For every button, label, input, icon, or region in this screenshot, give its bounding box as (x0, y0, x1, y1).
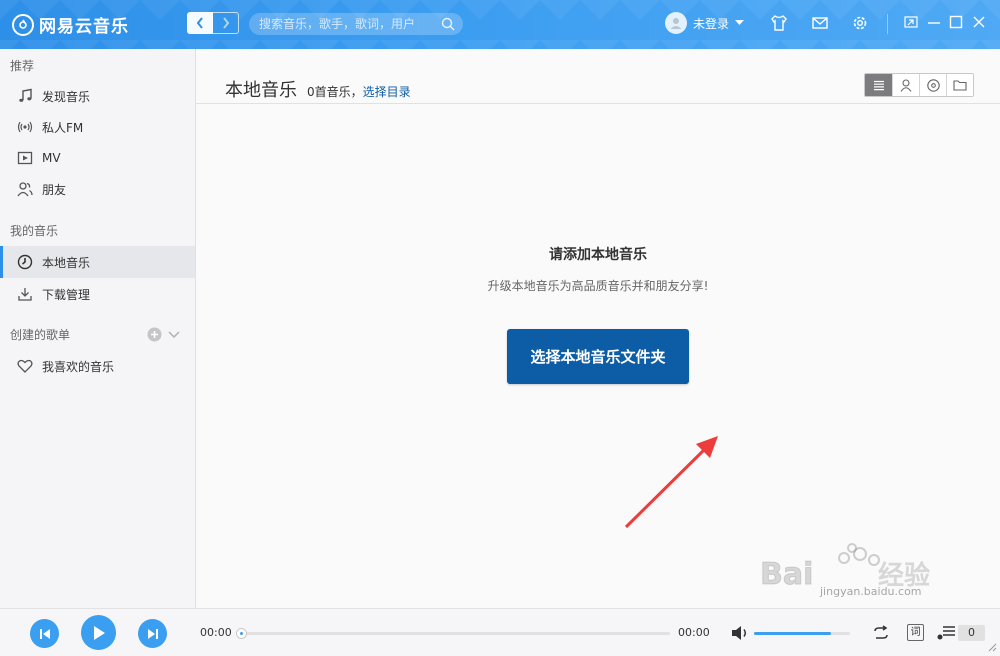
next-icon (147, 628, 158, 639)
sidebar-group-my-music: 我的音乐 (10, 224, 59, 238)
playlist-actions (147, 327, 180, 342)
song-count-text: 0首音乐， (307, 85, 363, 99)
lyrics-button[interactable]: 词 (907, 624, 924, 641)
play-button[interactable] (81, 615, 116, 650)
search-placeholder: 搜索音乐，歌手，歌词，用户 (259, 17, 416, 31)
volume-slider[interactable] (754, 632, 850, 635)
choose-local-folder-button[interactable]: 选择本地音乐文件夹 (507, 329, 689, 384)
sidebar-group-recommend: 推荐 (10, 59, 35, 73)
album-view-button[interactable] (919, 74, 946, 96)
add-playlist-icon[interactable] (147, 327, 162, 342)
search-input[interactable]: 搜索音乐，歌手，歌词，用户 (249, 13, 463, 35)
sidebar-item-mv[interactable]: MV (0, 142, 195, 174)
page-header: 本地音乐 0首音乐，选择目录 (225, 76, 411, 102)
total-time: 00:00 (678, 626, 710, 639)
avatar (665, 12, 687, 34)
mail-icon[interactable] (811, 14, 829, 32)
volume-level (754, 632, 831, 635)
video-icon (17, 151, 33, 165)
playlist-count-badge[interactable]: 0 (958, 625, 985, 641)
previous-track-button[interactable] (30, 619, 59, 648)
baidu-watermark-logo: Bai 经验 (760, 543, 930, 590)
maximize-icon[interactable] (948, 14, 964, 30)
red-arrow-annotation (624, 436, 718, 529)
sidebar-item-local-music[interactable]: 本地音乐 (0, 246, 195, 278)
search-icon[interactable] (441, 17, 455, 31)
mini-mode-icon[interactable] (903, 14, 919, 30)
play-icon (93, 625, 105, 640)
current-time: 00:00 (200, 626, 232, 639)
svg-text:Bai: Bai (760, 557, 813, 590)
sidebar-item-friends[interactable]: 朋友 (0, 173, 195, 205)
close-icon[interactable] (971, 14, 987, 30)
back-button[interactable] (187, 12, 213, 34)
list-view-icon (873, 80, 884, 90)
progress-thumb[interactable] (236, 628, 247, 639)
volume-icon[interactable] (731, 625, 749, 641)
resize-grip-icon[interactable] (987, 642, 997, 652)
app-name: 网易云音乐 (39, 17, 129, 37)
next-track-button[interactable] (138, 619, 167, 648)
artist-view-button[interactable] (892, 74, 919, 96)
page-title: 本地音乐 (225, 80, 297, 101)
title-bar-pattern (0, 0, 1000, 49)
folder-view-icon (953, 80, 967, 91)
skin-icon[interactable] (770, 14, 788, 32)
local-music-icon (17, 254, 33, 270)
settings-gear-icon[interactable] (851, 14, 869, 32)
previous-icon (39, 628, 50, 639)
sidebar-item-liked-music[interactable]: 我喜欢的音乐 (0, 350, 195, 382)
sidebar-group-created-playlists: 创建的歌单 (10, 328, 71, 342)
artist-view-icon (900, 78, 912, 92)
user-icon (670, 18, 682, 29)
radio-icon (17, 121, 33, 133)
forward-button[interactable] (213, 12, 239, 34)
friends-icon (17, 182, 33, 197)
sidebar-item-label: 发现音乐 (42, 89, 91, 104)
login-status: 未登录 (693, 16, 730, 31)
chevron-left-icon (196, 17, 203, 29)
sidebar-item-fm[interactable]: 私人FM (0, 111, 195, 143)
caret-down-icon (735, 20, 745, 25)
watermark-url: jingyan.baidu.com (820, 585, 922, 598)
chevron-down-icon[interactable] (168, 330, 180, 339)
sidebar: 推荐 发现音乐 私人FM MV 朋友 我的音乐 本地音乐 下载管理 创建的歌单 … (0, 49, 196, 608)
album-view-icon (926, 78, 940, 92)
sidebar-item-label: 我喜欢的音乐 (42, 359, 115, 374)
sidebar-item-label: 下载管理 (42, 287, 91, 302)
download-icon (18, 288, 32, 301)
heart-icon (17, 359, 33, 373)
sidebar-item-label: 本地音乐 (42, 255, 91, 270)
select-directory-link[interactable]: 选择目录 (363, 85, 411, 99)
header-divider (196, 103, 1000, 104)
progress-bar[interactable] (236, 628, 670, 639)
song-count: 0首音乐，选择目录 (307, 83, 411, 100)
player-bar: 00:00 00:00 词 0 (0, 608, 1000, 656)
toolbar-divider (887, 14, 888, 34)
empty-state-title: 请添加本地音乐 (549, 247, 647, 263)
main-panel: 本地音乐 0首音乐，选择目录 请添加本地音乐 升级本地音乐为高品质音乐并和朋友分… (196, 49, 1000, 608)
empty-state-subtitle: 升级本地音乐为高品质音乐并和朋友分享! (487, 279, 709, 293)
history-nav (187, 12, 239, 34)
folder-view-button[interactable] (946, 74, 973, 96)
loop-mode-icon[interactable] (871, 625, 891, 641)
list-view-button[interactable] (865, 74, 892, 96)
minimize-icon[interactable] (926, 14, 942, 30)
sidebar-item-label: MV (42, 151, 61, 165)
sidebar-item-discover[interactable]: 发现音乐 (0, 80, 195, 112)
playlist-icon[interactable] (937, 625, 957, 641)
music-note-icon (19, 88, 32, 102)
title-bar: 网易云音乐 搜索音乐，歌手，歌词，用户 未登录 (0, 0, 1000, 49)
sidebar-item-label: 朋友 (42, 182, 67, 197)
sidebar-item-downloads[interactable]: 下载管理 (0, 278, 195, 310)
app-logo[interactable]: 网易云音乐 (12, 12, 129, 37)
netease-logo-icon (12, 13, 34, 36)
sidebar-item-label: 私人FM (42, 120, 84, 135)
view-mode-switch (864, 73, 974, 97)
chevron-right-icon (222, 17, 229, 29)
login-menu[interactable]: 未登录 (665, 12, 745, 34)
